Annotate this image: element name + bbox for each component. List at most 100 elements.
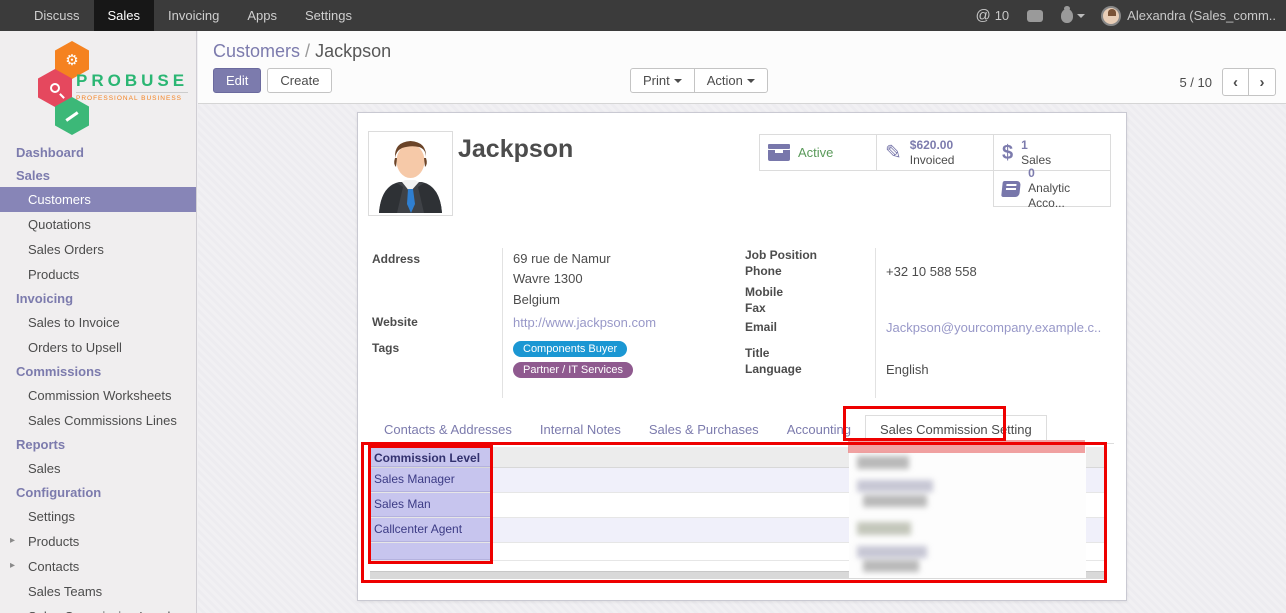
address-line2: Wavre 1300 [513, 271, 583, 286]
action-dropdown-button[interactable]: Action [694, 68, 768, 93]
top-menu-sales[interactable]: Sales [94, 0, 155, 31]
sidebar-nav: Dashboard Sales Customers Quotations Sal… [0, 141, 196, 613]
print-dropdown-button[interactable]: Print [630, 68, 695, 93]
sidebar-heading-dashboard[interactable]: Dashboard [0, 141, 196, 164]
pager-count: 5 / 10 [1179, 75, 1212, 90]
logo-title: PROBUSE [76, 71, 188, 91]
sidebar-item-commission-worksheets[interactable]: Commission Worksheets [0, 383, 196, 408]
phone-label: Phone [745, 264, 782, 278]
active-toggle-button[interactable]: Active [759, 134, 877, 171]
sidebar-heading-invoicing[interactable]: Invoicing [0, 287, 196, 310]
chevron-down-icon [747, 79, 755, 87]
sidebar-heading-reports[interactable]: Reports [0, 433, 196, 456]
fax-label: Fax [745, 301, 766, 315]
top-menu-apps[interactable]: Apps [233, 0, 291, 31]
form-sheet: Jackpson Active ✎ $620.00Invoiced $ 1Sal… [357, 112, 1127, 601]
sidebar: ⚙ PROBUSE PROFESSIONAL BUSINESS Dashboar… [0, 31, 197, 613]
tag-components-buyer[interactable]: Components Buyer [513, 341, 627, 357]
email-label: Email [745, 320, 777, 334]
active-label: Active [798, 145, 833, 160]
website-link[interactable]: http://www.jackpson.com [513, 315, 656, 330]
sidebar-item-reports-sales[interactable]: Sales [0, 456, 196, 481]
mentions-button[interactable]: @ 10 [975, 7, 1009, 24]
invoiced-stat-button[interactable]: ✎ $620.00Invoiced [876, 134, 994, 171]
tag-partner-it-services[interactable]: Partner / IT Services [513, 362, 633, 378]
tags-label: Tags [372, 341, 399, 355]
sidebar-item-sales-commissions-lines[interactable]: Sales Commissions Lines [0, 408, 196, 433]
at-icon: @ [975, 7, 990, 24]
page-title: Jackpson [458, 135, 573, 164]
sidebar-item-config-products[interactable]: ▸Products [0, 529, 196, 554]
sidebar-heading-sales[interactable]: Sales [0, 164, 196, 187]
top-menu: Discuss Sales Invoicing Apps Settings [0, 0, 366, 31]
tab-contacts-addresses[interactable]: Contacts & Addresses [370, 416, 526, 443]
top-menu-invoicing[interactable]: Invoicing [154, 0, 233, 31]
sidebar-item-quotations[interactable]: Quotations [0, 212, 196, 237]
top-menu-settings[interactable]: Settings [291, 0, 366, 31]
sidebar-item-sales-to-invoice[interactable]: Sales to Invoice [0, 310, 196, 335]
sidebar-item-orders-to-upsell[interactable]: Orders to Upsell [0, 335, 196, 360]
language-label: Language [745, 362, 802, 376]
field-group-right: Job Position Phone +32 10 588 558 Mobile… [745, 248, 1115, 398]
sidebar-item-settings[interactable]: Settings [0, 504, 196, 529]
commission-level-header[interactable]: Commission Level [370, 447, 492, 467]
sidebar-item-config-contacts[interactable]: ▸Contacts [0, 554, 196, 579]
redacted-column [849, 440, 1086, 578]
title-label: Title [745, 346, 769, 360]
commission-level-cell[interactable]: Sales Manager [370, 468, 492, 492]
messages-icon[interactable] [1027, 10, 1043, 22]
mention-count: 10 [995, 8, 1009, 23]
commission-level-cell[interactable]: Sales Man [370, 493, 492, 517]
sidebar-item-customers[interactable]: Customers [0, 187, 196, 212]
expand-arrow-icon[interactable]: ▸ [10, 535, 15, 546]
app-window: Discuss Sales Invoicing Apps Settings @ … [0, 0, 1286, 613]
chevron-down-icon [1077, 14, 1085, 22]
user-menu[interactable]: Alexandra (Sales_comm.. [1127, 8, 1276, 23]
address-line3: Belgium [513, 292, 560, 307]
pager: 5 / 10 ‹ › [1179, 68, 1276, 96]
website-label: Website [372, 315, 418, 329]
commission-level-cell[interactable]: Callcenter Agent [370, 518, 492, 542]
user-avatar[interactable] [1101, 6, 1121, 26]
debug-menu[interactable] [1061, 9, 1085, 23]
chevron-down-icon [674, 79, 682, 87]
address-label: Address [372, 252, 420, 266]
analytic-accounts-stat-button[interactable]: 0Analytic Acco... [993, 170, 1111, 207]
blurred-values [849, 440, 1086, 578]
breadcrumb-current: Jackpson [315, 41, 391, 61]
mobile-label: Mobile [745, 285, 783, 299]
bug-icon [1061, 9, 1073, 23]
top-navbar: Discuss Sales Invoicing Apps Settings @ … [0, 0, 1286, 31]
job-position-label: Job Position [745, 248, 817, 262]
sidebar-heading-commissions[interactable]: Commissions [0, 360, 196, 383]
sidebar-heading-configuration[interactable]: Configuration [0, 481, 196, 504]
breadcrumb-customers[interactable]: Customers [213, 41, 300, 61]
tab-sales-purchases[interactable]: Sales & Purchases [635, 416, 773, 443]
dollar-icon: $ [1002, 143, 1013, 163]
tab-accounting[interactable]: Accounting [773, 416, 865, 443]
create-button[interactable]: Create [267, 68, 332, 93]
content-area: Jackpson Active ✎ $620.00Invoiced $ 1Sal… [198, 104, 1286, 613]
businessman-avatar-image [371, 134, 450, 213]
edit-button[interactable]: Edit [213, 68, 261, 93]
commission-level-empty-cell [370, 543, 492, 560]
topbar-right: @ 10 Alexandra (Sales_comm.. [975, 0, 1286, 31]
expand-arrow-icon[interactable]: ▸ [10, 560, 15, 571]
top-menu-discuss[interactable]: Discuss [20, 0, 94, 31]
pencil-icon: ✎ [885, 143, 902, 163]
sidebar-item-sales-orders[interactable]: Sales Orders [0, 237, 196, 262]
sidebar-item-sales-teams[interactable]: Sales Teams [0, 579, 196, 604]
probuse-logo: ⚙ PROBUSE PROFESSIONAL BUSINESS [0, 39, 196, 127]
email-link[interactable]: Jackpson@yourcompany.example.c.. [886, 320, 1101, 335]
field-group-left: Address 69 rue de Namur Wavre 1300 Belgi… [372, 248, 732, 398]
control-panel: Customers / Jackpson Edit Create Print A… [198, 31, 1286, 104]
sidebar-item-sales-commission-levels[interactable]: Sales Commission Levels [0, 604, 196, 613]
pager-previous-button[interactable]: ‹ [1223, 69, 1249, 95]
breadcrumb: Customers / Jackpson [213, 41, 391, 62]
phone-value: +32 10 588 558 [886, 264, 977, 279]
pager-next-button[interactable]: › [1249, 69, 1275, 95]
customer-photo[interactable] [368, 131, 453, 216]
address-line1: 69 rue de Namur [513, 251, 611, 266]
tab-internal-notes[interactable]: Internal Notes [526, 416, 635, 443]
sidebar-item-products[interactable]: Products [0, 262, 196, 287]
